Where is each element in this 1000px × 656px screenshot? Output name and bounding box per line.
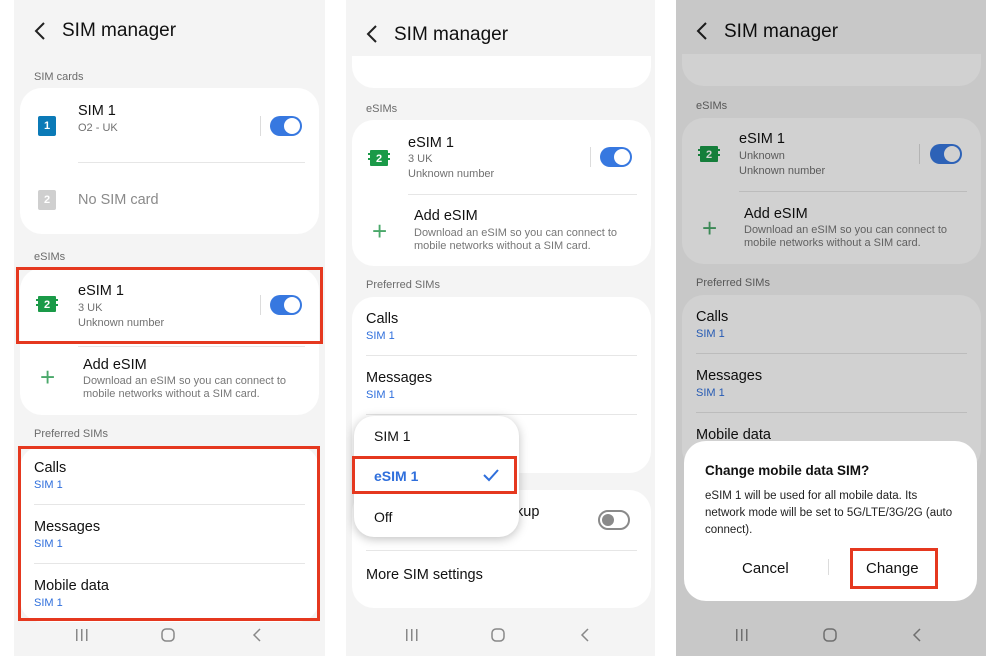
back-nav-icon[interactable] [250,628,266,642]
section-header-sim-cards: SIM cards [34,71,84,83]
messages-value: SIM 1 [366,389,395,401]
esim-chip-icon: 2 [368,150,390,166]
esim-chip-number: 2 [376,153,382,165]
divider [408,194,637,195]
menu-option-off[interactable]: Off [374,509,392,525]
page-title: SIM manager [394,24,509,45]
back-arrow-icon[interactable] [360,21,386,47]
highlight-esim-row [16,267,323,344]
sim-cards-card: 1 SIM 1 O2 - UK 2 No SIM card [20,88,319,234]
screen-sim-manager-3: SIM manager eSIMs 2 eSIM 1 Unknown Unkno… [676,0,986,656]
divider [366,550,637,551]
no-sim-card-label: No SIM card [78,192,159,208]
add-esim-description: Download an eSIM so you can connect to m… [83,375,287,400]
divider [366,414,637,415]
esim1-name: eSIM 1 [408,135,454,151]
calls-value: SIM 1 [366,330,395,342]
back-arrow-icon[interactable] [28,18,54,44]
divider [78,162,305,163]
menu-option-sim1[interactable]: SIM 1 [374,428,411,444]
scrolled-card-top [352,56,651,88]
back-nav-icon[interactable] [578,628,594,642]
plus-icon: + [372,216,388,246]
backup-toggle[interactable] [598,510,630,530]
add-esim-description: Download an eSIM so you can connect to m… [414,227,618,252]
esims-card: 2 eSIM 1 3 UK Unknown number + Add eSIM … [352,120,651,266]
section-header-preferred-sims: Preferred SIMs [366,279,440,291]
esim1-carrier: 3 UK [408,153,433,165]
messages-label[interactable]: Messages [366,370,432,386]
home-icon[interactable] [160,628,176,642]
highlight-esim-option [352,456,517,494]
esim1-number: Unknown number [408,168,495,180]
highlight-preferred-sims [18,446,320,621]
navigation-bar [346,614,655,656]
dialog-title: Change mobile data SIM? [705,463,870,478]
add-esim-title[interactable]: Add eSIM [414,208,478,224]
section-header-esims: eSIMs [366,103,398,115]
separator [260,116,261,136]
add-esim-title[interactable]: Add eSIM [83,357,147,373]
sim1-toggle[interactable] [270,116,302,136]
screen-sim-manager-2: SIM manager eSIMs 2 eSIM 1 3 UK Unknown … [346,0,655,656]
sim1-icon: 1 [38,116,56,136]
sim1-name: SIM 1 [78,103,116,119]
dialog-body: eSIM 1 will be used for all mobile data.… [705,490,953,536]
divider [366,355,637,356]
esim1-toggle[interactable] [600,147,632,167]
sim1-carrier: O2 - UK [78,122,118,134]
divider [78,346,305,347]
recents-icon[interactable] [404,628,420,642]
highlight-change-button [850,548,938,589]
separator [828,559,829,575]
separator [590,147,591,167]
more-sim-settings[interactable]: More SIM settings [366,567,483,583]
section-header-esims: eSIMs [34,251,66,263]
cancel-button[interactable]: Cancel [742,560,789,577]
screen-sim-manager-1: SIM manager SIM cards 1 SIM 1 O2 - UK 2 … [14,0,325,656]
recents-icon[interactable] [74,628,90,642]
calls-label[interactable]: Calls [366,311,398,327]
plus-icon: + [40,362,56,392]
page-title: SIM manager [62,20,177,41]
backup-label-partial: kup [516,504,540,520]
section-header-preferred-sims: Preferred SIMs [34,428,108,440]
sim2-icon: 2 [38,190,56,210]
home-icon[interactable] [490,628,506,642]
